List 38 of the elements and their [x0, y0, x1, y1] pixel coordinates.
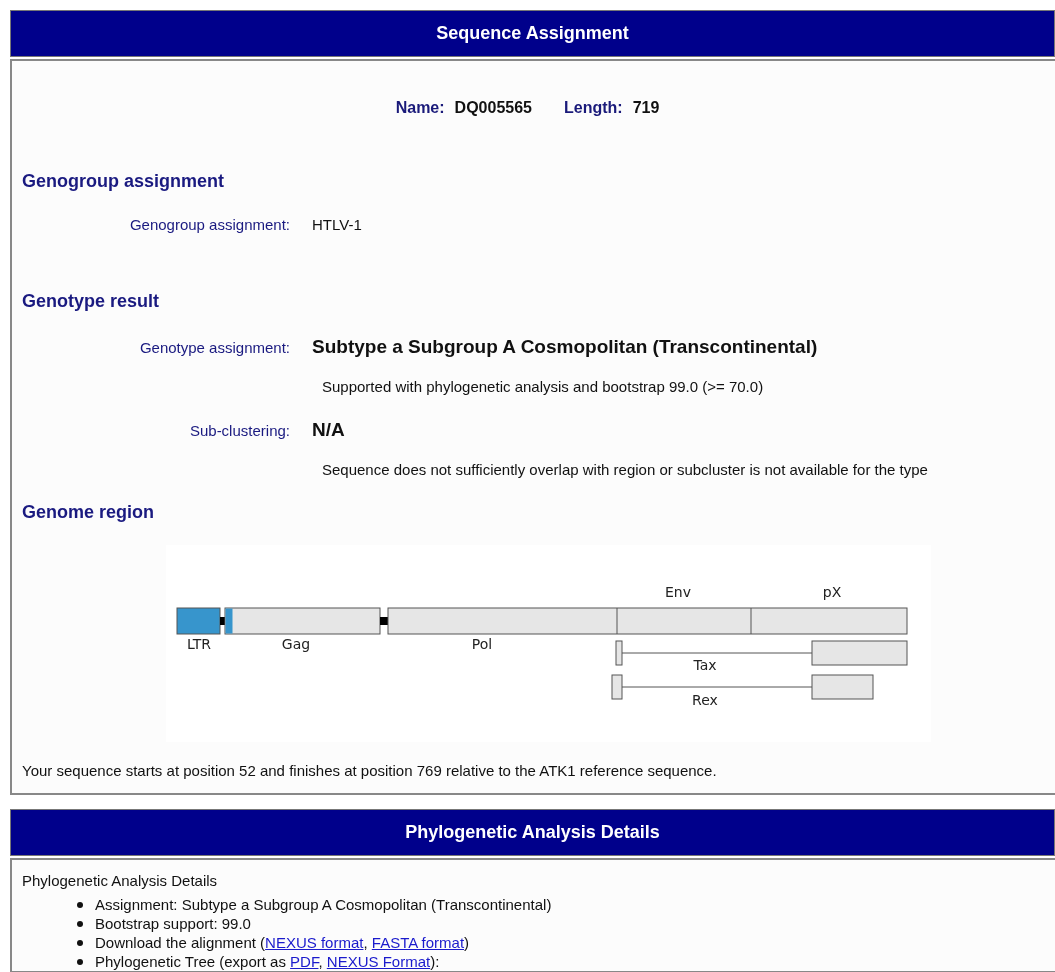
- field-label: Genogroup assignment:: [128, 216, 291, 233]
- gene-label: Gag: [281, 636, 311, 652]
- link[interactable]: NEXUS Format: [326, 953, 431, 970]
- link[interactable]: PDF: [290, 953, 319, 970]
- bullet-icon: [77, 939, 83, 946]
- link[interactable]: NEXUS format: [265, 934, 364, 951]
- list-item: Bootstrap support: 99.0: [95, 915, 251, 932]
- field-label: Genotype assignment:: [138, 339, 291, 356]
- gene-label: Pol: [471, 636, 493, 652]
- field-value: Subtype a Subgroup A Cosmopolitan (Transcontinental): [312, 336, 818, 358]
- section-header-bar: Phylogenetic Analysis Details: [10, 809, 1055, 856]
- bullet-icon: [77, 901, 83, 908]
- intro-text: Phylogenetic Analysis Details: [22, 872, 219, 889]
- summary-value: 719: [632, 99, 660, 117]
- field-value: N/A: [312, 419, 345, 441]
- gene-label: Rex: [692, 692, 718, 708]
- list-item: Download the alignment (NEXUS format, FASTA format): [95, 934, 470, 951]
- gene-label: pX: [822, 584, 842, 600]
- gene-label: Tax: [693, 657, 717, 673]
- field-note: Supported with phylogenetic analysis and bootstrap 99.0 (>= 70.0): [322, 378, 765, 395]
- section-heading: Genogroup assignment: [22, 171, 226, 192]
- list-item: Assignment: Subtype a Subgroup A Cosmopolitan (Transcontinental): [95, 896, 552, 913]
- summary-value: DQ005565: [454, 99, 532, 117]
- bullet-icon: [77, 958, 83, 965]
- bullet-icon: [77, 920, 83, 927]
- section-heading: Genome region: [22, 502, 156, 523]
- field-value: HTLV-1: [312, 216, 362, 233]
- field-note: Sequence does not sufficiently overlap with region or subcluster is not available for the type: [322, 461, 929, 478]
- gene-label: LTR: [186, 636, 212, 652]
- section-header-bar: Sequence Assignment: [10, 10, 1055, 57]
- section-heading: Genotype result: [22, 291, 161, 312]
- field-label: Sub-clustering:: [188, 422, 291, 439]
- summary-label: Length:: [563, 99, 623, 117]
- link[interactable]: FASTA format: [371, 934, 465, 951]
- position-text: Your sequence starts at position 52 and finishes at position 769 relative to the ATK1 reference sequence.: [22, 762, 718, 779]
- gene-label: Env: [665, 584, 691, 600]
- summary-label: Name:: [395, 99, 445, 117]
- list-item: Phylogenetic Tree (export as PDF, NEXUS Format):: [95, 953, 440, 970]
